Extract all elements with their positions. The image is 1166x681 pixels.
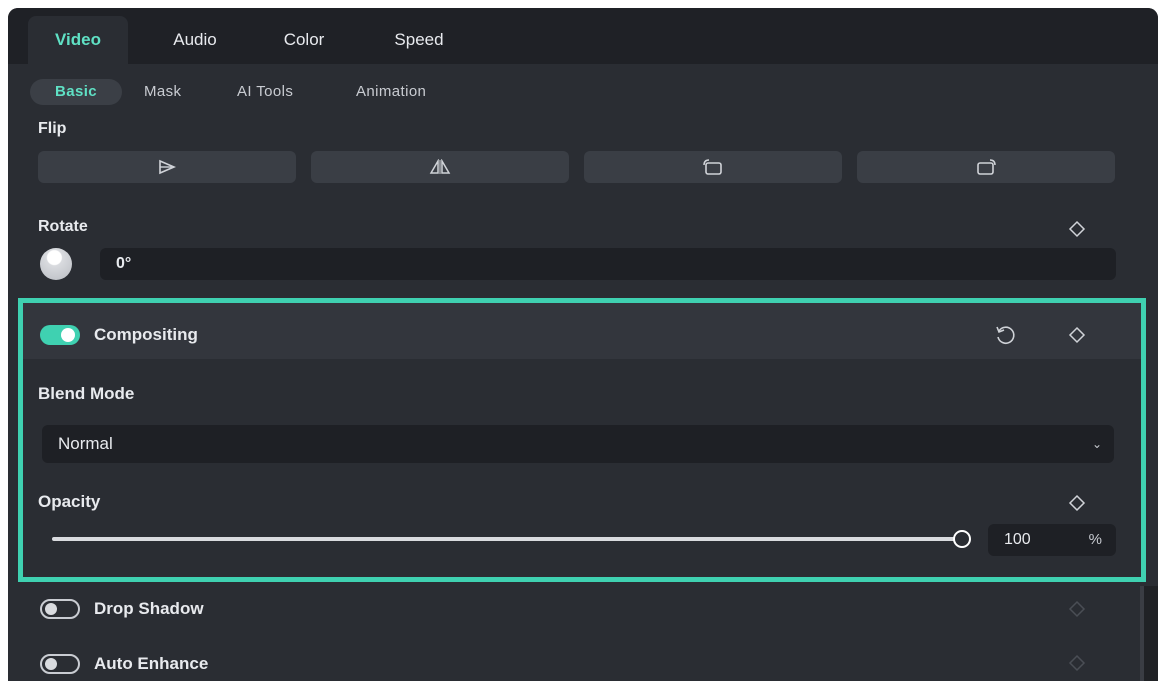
opacity-value: 100 <box>1004 531 1031 548</box>
keyframe-diamond-icon[interactable] <box>1068 326 1086 344</box>
subtab-basic[interactable]: Basic <box>30 79 122 105</box>
drop-shadow-label: Drop Shadow <box>94 599 204 618</box>
keyframe-diamond-icon <box>1068 600 1086 618</box>
rotate-right-button[interactable] <box>857 151 1115 183</box>
keyframe-diamond-icon <box>1068 654 1086 672</box>
opacity-label: Opacity <box>38 492 101 511</box>
reset-icon[interactable] <box>994 324 1016 346</box>
tab-speed[interactable]: Speed <box>373 16 465 64</box>
rotate-dial[interactable] <box>40 248 72 280</box>
opacity-slider-thumb[interactable] <box>953 530 971 548</box>
flip-horizontal-icon <box>159 159 176 175</box>
blend-mode-label: Blend Mode <box>38 384 135 403</box>
flip-vertical-button[interactable] <box>311 151 569 183</box>
rotate-value-field[interactable]: 0° <box>100 248 1116 280</box>
tab-color[interactable]: Color <box>264 16 344 64</box>
flip-label: Flip <box>38 120 67 137</box>
opacity-unit: % <box>1088 531 1102 548</box>
rotate-label: Rotate <box>38 218 88 235</box>
keyframe-diamond-icon[interactable] <box>1068 220 1086 238</box>
properties-panel: Video Audio Color Speed Basic Mask AI To… <box>8 8 1158 681</box>
tab-video[interactable]: Video <box>28 16 128 64</box>
rotate-left-button[interactable] <box>584 151 842 183</box>
opacity-slider-track[interactable] <box>52 537 962 541</box>
compositing-label: Compositing <box>94 325 198 344</box>
flip-vertical-icon <box>429 159 451 174</box>
rotate-right-icon <box>977 159 996 175</box>
blend-mode-select[interactable]: Normal ⌄ <box>42 425 1114 463</box>
subtab-mask[interactable]: Mask <box>144 79 181 105</box>
opacity-value-field[interactable]: 100 % <box>988 524 1116 556</box>
blend-mode-value: Normal <box>58 434 113 453</box>
keyframe-diamond-icon[interactable] <box>1068 494 1086 512</box>
tab-audio[interactable]: Audio <box>150 16 240 64</box>
drop-shadow-toggle[interactable] <box>40 599 80 619</box>
scrollbar[interactable] <box>1140 586 1158 681</box>
subtab-animation[interactable]: Animation <box>356 79 426 105</box>
chevron-down-icon: ⌄ <box>1091 437 1102 451</box>
top-tab-bar: Video Audio Color Speed <box>8 8 1158 64</box>
rotate-left-icon <box>703 159 722 175</box>
subtab-ai-tools[interactable]: AI Tools <box>237 79 293 105</box>
auto-enhance-toggle[interactable] <box>40 654 80 674</box>
auto-enhance-label: Auto Enhance <box>94 654 209 673</box>
flip-horizontal-button[interactable] <box>38 151 296 183</box>
compositing-toggle[interactable] <box>40 325 80 345</box>
